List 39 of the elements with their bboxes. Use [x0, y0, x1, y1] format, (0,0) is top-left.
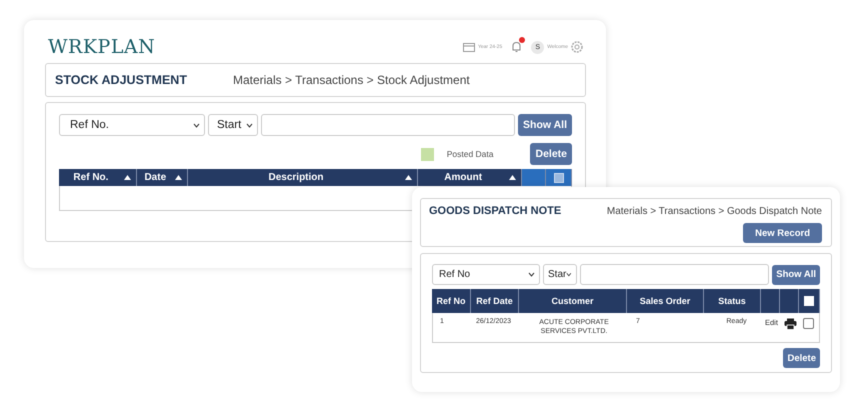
column-header[interactable]: Status	[704, 289, 761, 313]
new-record-button[interactable]: New Record	[743, 223, 822, 243]
select-all-checkbox[interactable]	[804, 296, 814, 306]
mode-dropdown[interactable]: Star	[543, 264, 577, 285]
column-header[interactable]: Sales Order	[627, 289, 704, 313]
chevron-icon	[528, 272, 535, 277]
chevron-icon	[193, 122, 200, 128]
column-header[interactable]: Amount	[418, 169, 522, 186]
bell-icon[interactable]	[511, 41, 522, 53]
delete-button[interactable]: Delete	[530, 143, 572, 165]
column-header[interactable]: Ref Date	[471, 289, 519, 313]
search-field[interactable]	[261, 114, 516, 136]
breadcrumb: Materials > Transactions > Stock Adjustment	[232, 73, 470, 87]
mode-dropdown[interactable]: Start	[208, 114, 258, 136]
chevron-icon	[246, 122, 253, 128]
row-checkbox[interactable]	[802, 318, 814, 329]
column-header[interactable]: Description	[188, 169, 418, 186]
column-header[interactable]: Ref No.	[59, 169, 137, 186]
page-title: GOODS DISPATCH NOTE	[429, 205, 562, 217]
legend-label: Posted Data	[446, 149, 494, 159]
show-all-button[interactable]: Show All	[518, 114, 572, 136]
search-field[interactable]	[580, 264, 770, 285]
field-dropdown[interactable]: Ref No	[432, 264, 540, 285]
show-all-button[interactable]: Show All	[772, 264, 820, 284]
select-all-checkbox[interactable]	[554, 172, 564, 182]
column-header[interactable]: Date	[136, 169, 188, 186]
legend-swatch	[420, 148, 434, 160]
chevron-icon	[566, 272, 572, 277]
printer-icon[interactable]	[784, 318, 797, 330]
brand-logo: WRKPLAN	[48, 36, 156, 58]
calendar-icon	[462, 42, 475, 52]
page-title: STOCK ADJUSTMENT	[55, 73, 187, 87]
delete-button[interactable]: Delete	[783, 348, 820, 368]
column-header[interactable]: Ref No	[432, 289, 471, 313]
header-cell	[761, 289, 780, 313]
breadcrumb: Materials > Transactions > Goods Dispatch Note	[606, 206, 822, 216]
field-dropdown[interactable]: Ref No.	[59, 114, 205, 136]
settings-icon[interactable]	[571, 41, 583, 53]
column-header[interactable]: Customer	[519, 289, 627, 313]
